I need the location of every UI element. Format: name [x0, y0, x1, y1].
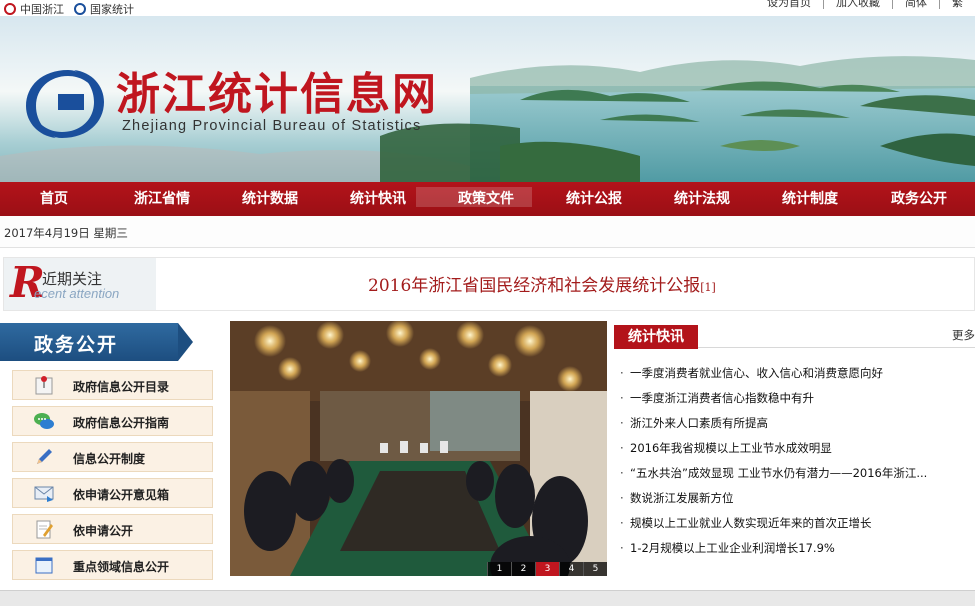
featured-headline-mark: [1]	[700, 281, 716, 294]
slideshow-pagination: 1 2 3 4 5	[487, 562, 607, 576]
bullet-icon: ·	[620, 391, 624, 405]
envelope-icon	[34, 486, 54, 502]
news-item-title: 2016年我省规模以上工业节水成效明显	[630, 441, 832, 455]
news-item[interactable]: · “五水共治”成效显现 工业节水仍有潜力——2016年浙江...	[620, 465, 975, 490]
slide-page-button[interactable]: 2	[511, 562, 535, 576]
nav-statistics-law[interactable]: 统计法规	[648, 182, 756, 216]
news-item-title: 一季度消费者就业信心、收入信心和消费意愿向好	[630, 366, 883, 380]
statistics-news-tab[interactable]: 统计快讯	[614, 325, 698, 349]
national-statistics-label: 国家统计	[90, 3, 134, 16]
news-slideshow[interactable]: 1 2 3 4 5	[230, 321, 607, 576]
news-item[interactable]: · 一季度消费者就业信心、收入信心和消费意愿向好	[620, 365, 975, 390]
nav-hover-highlight	[416, 187, 532, 207]
pencil-icon	[37, 449, 52, 464]
gov-item-label: 政府信息公开目录	[73, 380, 170, 394]
china-zhejiang-link[interactable]: 中国浙江	[4, 1, 64, 17]
news-item[interactable]: · 1-2月规模以上工业企业利润增长17.9%	[620, 540, 975, 565]
nav-home[interactable]: 首页	[0, 182, 108, 216]
china-zhejiang-logo-icon	[4, 3, 16, 15]
gov-item-request-disclosure[interactable]: 依申请公开	[12, 514, 213, 544]
top-left-links: 中国浙江 国家统计	[4, 1, 134, 17]
gov-affairs-header-arrow-icon	[178, 323, 193, 361]
pin-board-icon	[35, 376, 53, 395]
gov-item-info-guide[interactable]: 政府信息公开指南	[12, 406, 213, 436]
date-row: 2017年4月19日 星期三	[0, 216, 975, 248]
traditional-chinese-link[interactable]: 繁	[939, 0, 975, 9]
tab-divider	[698, 347, 975, 348]
national-statistics-link[interactable]: 国家统计	[74, 1, 134, 17]
edit-document-icon	[36, 520, 53, 539]
bullet-icon: ·	[620, 491, 624, 505]
gov-affairs-header: 政务公开	[0, 323, 193, 361]
nav-province-overview[interactable]: 浙江省情	[108, 182, 216, 216]
gov-affairs-title: 政务公开	[34, 334, 119, 356]
recent-attention-banner: R 近期关注 ecent attention 2016年浙江省国民经济和社会发展…	[3, 257, 975, 311]
meeting-room-photo	[230, 321, 607, 576]
bullet-icon: ·	[620, 366, 624, 380]
window-icon	[35, 557, 53, 574]
national-statistics-logo-icon	[74, 3, 86, 15]
bullet-icon: ·	[620, 541, 624, 555]
gov-item-info-rules[interactable]: 信息公开制度	[12, 442, 213, 472]
slide-page-button[interactable]: 4	[559, 562, 583, 576]
badge-subtitle: ecent attention	[34, 286, 120, 301]
slide-page-button-active[interactable]: 3	[535, 562, 559, 576]
bullet-icon: ·	[620, 466, 624, 480]
gov-item-request-mailbox[interactable]: 依申请公开意见箱	[12, 478, 213, 508]
news-item[interactable]: · 规模以上工业就业人数实现近年来的首次正增长	[620, 515, 975, 540]
more-news-link[interactable]: 更多	[952, 327, 975, 343]
gov-item-label: 重点领域信息公开	[73, 560, 170, 574]
news-item-title: 浙江外来人口素质有所提高	[630, 416, 768, 430]
china-zhejiang-label: 中国浙江	[20, 3, 64, 16]
news-item[interactable]: · 2016年我省规模以上工业节水成效明显	[620, 440, 975, 465]
news-item-title: 1-2月规模以上工业企业利润增长17.9%	[630, 541, 835, 555]
top-right-links: 设为首页 加入收藏 简体 繁	[755, 0, 975, 9]
top-utility-bar: 中国浙江 国家统计 设为首页 加入收藏 简体 繁	[0, 0, 975, 16]
chat-bubbles-icon	[34, 413, 54, 429]
bullet-icon: ·	[620, 441, 624, 455]
news-item-title: 规模以上工业就业人数实现近年来的首次正增长	[630, 516, 872, 530]
gov-item-key-areas[interactable]: 重点领域信息公开	[12, 550, 213, 580]
nav-government-affairs[interactable]: 政务公开	[864, 182, 974, 216]
gov-affairs-list: 政府信息公开目录 政府信息公开指南 信息公开制度 依申请公开意见箱 依申请公开 …	[12, 370, 213, 586]
recent-attention-badge: R 近期关注 ecent attention	[4, 258, 156, 310]
gov-item-label: 政府信息公开指南	[73, 416, 170, 430]
slide-page-button[interactable]: 1	[487, 562, 511, 576]
news-item-title: 数说浙江发展新方位	[630, 491, 734, 505]
featured-headline-text: 2016年浙江省国民经济和社会发展统计公报	[368, 276, 701, 296]
site-title: 浙江统计信息网	[116, 69, 438, 120]
nav-statistical-data[interactable]: 统计数据	[216, 182, 324, 216]
news-item[interactable]: · 浙江外来人口素质有所提高	[620, 415, 975, 440]
bureau-logo-icon	[26, 70, 104, 138]
bullet-icon: ·	[620, 516, 624, 530]
statistics-news-panel: 统计快讯 更多 · 一季度消费者就业信心、收入信心和消费意愿向好 · 一季度浙江消费…	[614, 321, 975, 581]
header-banner: 浙江统计信息网 Zhejiang Provincial Bureau of St…	[0, 16, 975, 184]
nav-statistical-bulletin[interactable]: 统计公报	[540, 182, 648, 216]
nav-statistics-system[interactable]: 统计制度	[756, 182, 864, 216]
site-subtitle: Zhejiang Provincial Bureau of Statistics	[122, 118, 422, 134]
set-homepage-link[interactable]: 设为首页	[755, 0, 823, 9]
gov-item-label: 依申请公开	[73, 524, 134, 538]
news-list: · 一季度消费者就业信心、收入信心和消费意愿向好 · 一季度浙江消费者信心指数稳中有…	[620, 365, 975, 565]
slide-page-button[interactable]: 5	[583, 562, 607, 576]
simplified-chinese-link[interactable]: 简体	[892, 0, 939, 9]
add-favorite-link[interactable]: 加入收藏	[823, 0, 892, 9]
news-item[interactable]: · 数说浙江发展新方位	[620, 490, 975, 515]
current-date: 2017年4月19日 星期三	[4, 226, 128, 240]
bullet-icon: ·	[620, 416, 624, 430]
gov-item-label: 信息公开制度	[73, 452, 146, 466]
news-item-title: 一季度浙江消费者信心指数稳中有升	[630, 391, 814, 405]
news-item[interactable]: · 一季度浙江消费者信心指数稳中有升	[620, 390, 975, 415]
browser-horizontal-scrollbar[interactable]	[0, 590, 975, 606]
news-item-title: “五水共治”成效显现 工业节水仍有潜力——2016年浙江...	[630, 466, 928, 480]
gov-item-info-catalog[interactable]: 政府信息公开目录	[12, 370, 213, 400]
featured-headline-link[interactable]: 2016年浙江省国民经济和社会发展统计公报[1]	[368, 271, 716, 296]
gov-item-label: 依申请公开意见箱	[73, 488, 170, 502]
